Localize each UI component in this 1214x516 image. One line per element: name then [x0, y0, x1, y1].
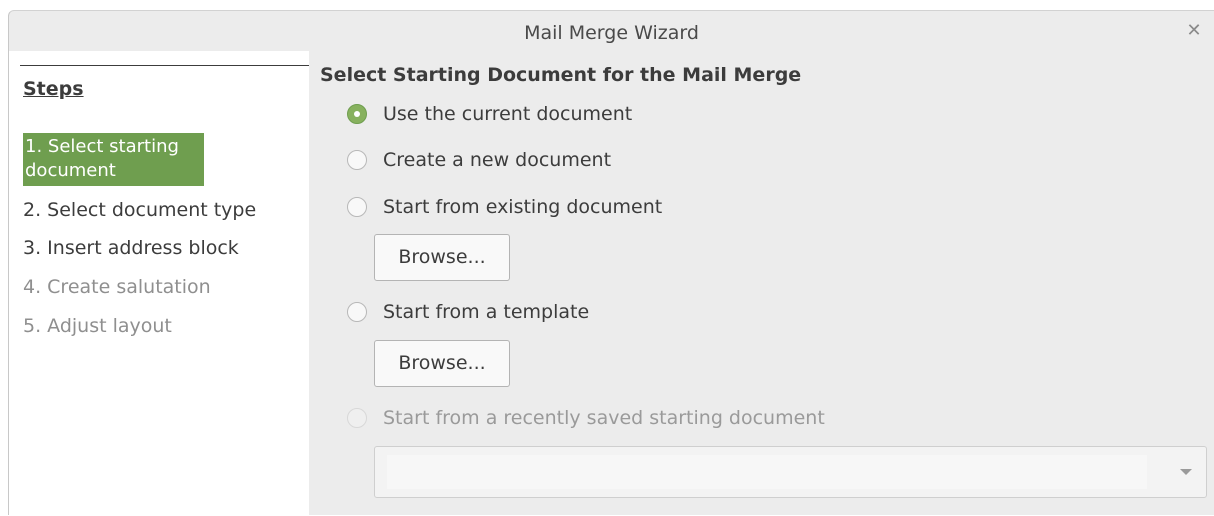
browse-existing-button[interactable]: Browse... [374, 234, 510, 281]
title-bar: Mail Merge Wizard ✕ [9, 11, 1214, 52]
step-create-salutation: 4. Create salutation [23, 276, 211, 298]
step-adjust-layout: 5. Adjust layout [23, 315, 172, 337]
radio-button [347, 408, 367, 428]
radio-button[interactable] [347, 302, 367, 322]
option-start-from-template[interactable]: Start from a template [347, 300, 589, 324]
radio-button[interactable] [347, 104, 367, 124]
close-icon[interactable]: ✕ [1184, 21, 1204, 41]
steps-heading: Steps [23, 78, 84, 100]
sidebar-divider [20, 65, 309, 66]
main-panel: Select Starting Document for the Mail Me… [309, 51, 1214, 516]
browse-template-button[interactable]: Browse... [374, 340, 510, 387]
mail-merge-dialog: Mail Merge Wizard ✕ Steps 1. Select star… [8, 10, 1214, 516]
radio-button[interactable] [347, 197, 367, 217]
step-select-document-type[interactable]: 2. Select document type [23, 199, 256, 221]
option-label: Create a new document [383, 149, 612, 171]
page-title: Select Starting Document for the Mail Me… [320, 64, 802, 86]
option-use-current-document[interactable]: Use the current document [347, 102, 632, 126]
option-label: Start from a template [383, 301, 590, 323]
radio-button[interactable] [347, 150, 367, 170]
recent-documents-select [374, 446, 1207, 498]
option-label: Use the current document [383, 103, 633, 125]
window-title: Mail Merge Wizard [524, 22, 699, 44]
step-insert-address-block[interactable]: 3. Insert address block [23, 237, 239, 259]
select-value [387, 455, 1147, 489]
option-label: Start from a recently saved starting doc… [383, 407, 825, 429]
option-create-new-document[interactable]: Create a new document [347, 148, 611, 172]
steps-sidebar: Steps 1. Select starting document 2. Sel… [9, 51, 309, 516]
option-start-from-existing[interactable]: Start from existing document [347, 195, 662, 219]
chevron-down-icon [1180, 469, 1192, 475]
option-recently-saved: Start from a recently saved starting doc… [347, 406, 825, 430]
step-select-starting-document[interactable]: 1. Select starting document [23, 133, 204, 186]
option-label: Start from existing document [383, 196, 663, 218]
